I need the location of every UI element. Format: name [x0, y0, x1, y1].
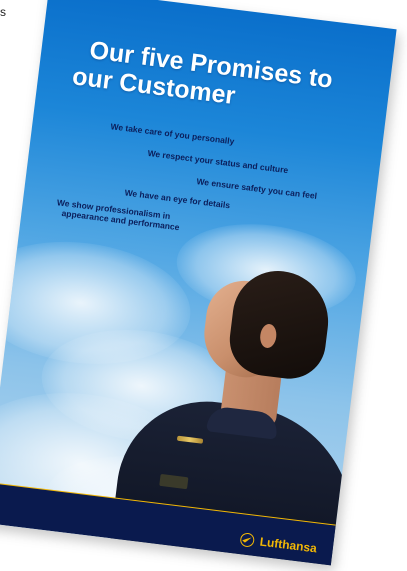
promise-5: We show professionalism in appearance an…: [55, 197, 181, 232]
crane-logo-icon: [242, 536, 252, 543]
corner-text-fragment: s: [0, 5, 6, 19]
page: s Our five Promises to our Customer We t…: [0, 0, 407, 571]
brand-name: Lufthansa: [258, 534, 318, 556]
brand-logo: Lufthansa: [239, 532, 318, 556]
crane-logo-icon: [239, 532, 255, 548]
poster-title: Our five Promises to our Customer: [71, 35, 366, 126]
promise-1: We take care of you personally: [110, 121, 235, 147]
promise-3: We ensure safety you can feel: [196, 176, 318, 201]
promise-2: We respect your status and culture: [147, 147, 289, 176]
lufthansa-poster: Our five Promises to our Customer We tak…: [0, 0, 397, 566]
